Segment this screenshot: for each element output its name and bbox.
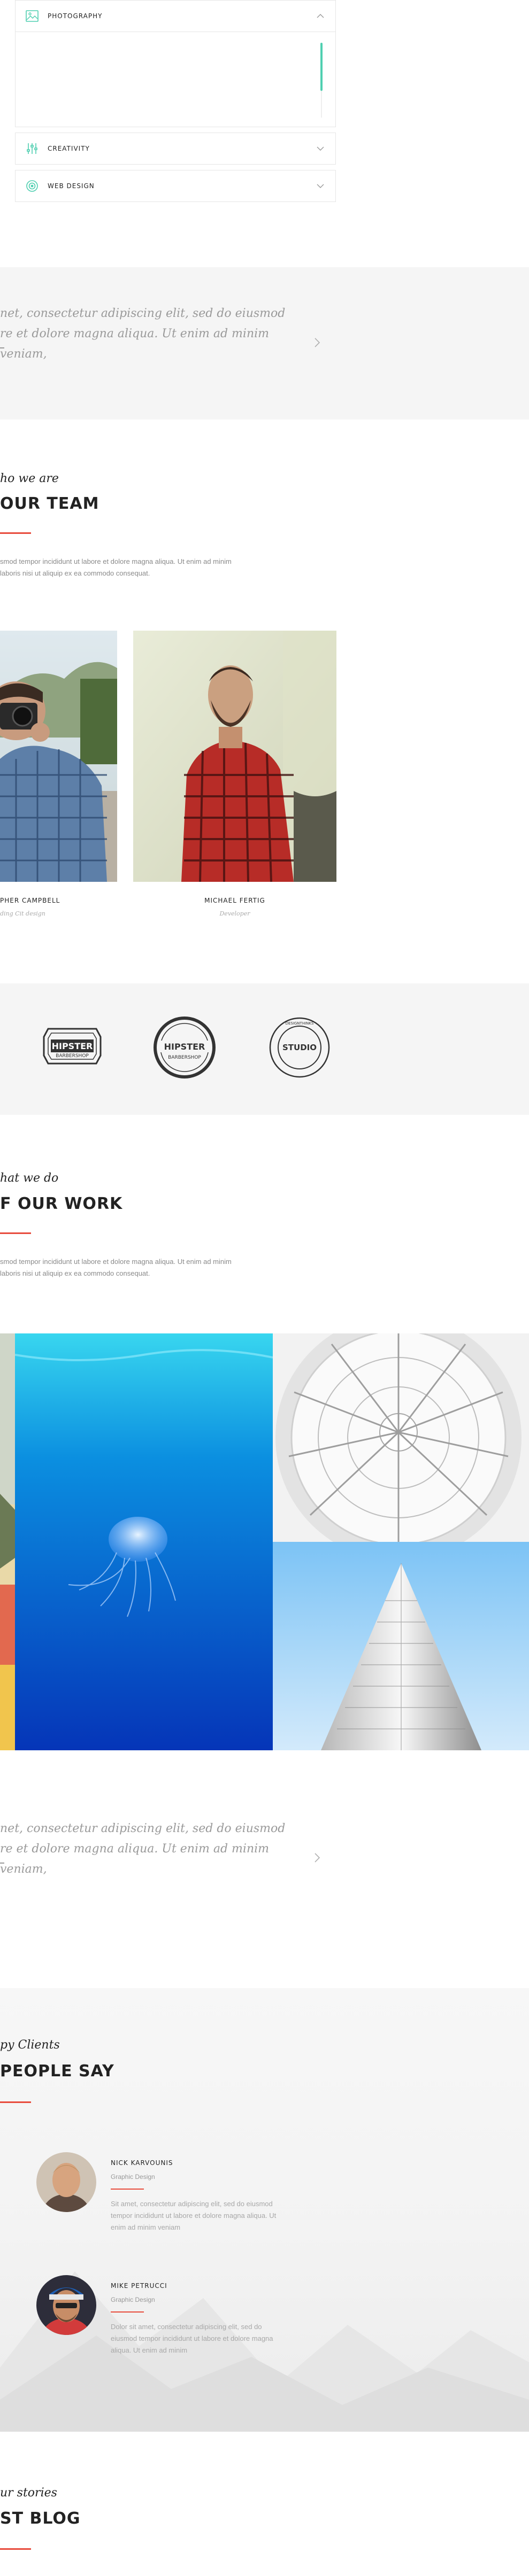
client-avatar <box>36 2152 96 2212</box>
desc-line: smod tempor incididunt ut labore et dolo… <box>0 557 232 565</box>
accordion-header-web-design[interactable]: WEB DESIGN <box>16 170 335 201</box>
happy-clients-section: py Clients PEOPLE SAY NICK KARVOUNIS Gra… <box>0 1988 529 2432</box>
accordion-item-creativity: CREATIVITY <box>15 133 336 165</box>
client-name: MIKE PETRUCCI <box>111 2282 167 2290</box>
team-member-photo[interactable] <box>0 631 117 882</box>
desc-line: laboris nisi ut aliquip ex ea commodo co… <box>0 569 150 577</box>
work-description: smod tempor incididunt ut labore et dolo… <box>0 1256 278 1279</box>
testimonial-line: enim ad minim veniam <box>111 2223 181 2231</box>
logo-text: BARBERSHOP <box>168 1055 201 1060</box>
accordion-panel-photography <box>16 32 335 127</box>
testimonial-quote-band: net, consectetur adipiscing elit, sed do… <box>0 267 529 420</box>
chevron-right-icon[interactable] <box>313 337 321 352</box>
accordion-header-photography[interactable]: PHOTOGRAPHY <box>16 1 335 32</box>
accent-divider <box>111 2311 144 2313</box>
team-description: smod tempor incididunt ut labore et dolo… <box>0 556 278 579</box>
team-subtitle: ho we are <box>0 472 59 485</box>
blog-subtitle: ur stories <box>0 2486 57 2500</box>
image-icon <box>25 9 39 23</box>
accordion-item-photography: PHOTOGRAPHY <box>15 0 336 127</box>
testimonial-line: Sit amet, consectetur adipiscing elit, s… <box>111 2200 273 2208</box>
accordion-item-web-design: WEB DESIGN <box>15 170 336 202</box>
testimonial-quote-band: net, consectetur adipiscing elit, sed do… <box>0 1782 529 1935</box>
logo-text: HIPSTER <box>164 1042 205 1052</box>
accordion-title: WEB DESIGN <box>48 182 95 190</box>
testimonial-line: eiusmod tempor incididunt ut labore et d… <box>111 2334 273 2342</box>
work-title: F OUR WORK <box>0 1194 123 1213</box>
chevron-down-icon <box>316 144 325 153</box>
work-subtitle: hat we do <box>0 1171 59 1185</box>
desc-line: smod tempor incididunt ut labore et dolo… <box>0 1258 232 1266</box>
accordion-header-creativity[interactable]: CREATIVITY <box>16 133 335 164</box>
testimonial-line: aliqua. Ut enim ad minim <box>111 2346 188 2354</box>
client-role: Graphic Design <box>111 2296 155 2303</box>
quote-line: re et dolore magna aliqua. Ut enim ad mi… <box>0 327 270 361</box>
clients-title: PEOPLE SAY <box>0 2062 114 2081</box>
logo-text: BARBERSHOP <box>56 1053 89 1059</box>
hipster-barbershop-round-logo: HIPSTER BARBERSHOP <box>150 1013 219 1085</box>
testimonial-line: tempor incididunt ut labore et dolore ma… <box>111 2212 277 2220</box>
logo-text: HIPSTER <box>52 1041 93 1051</box>
quote-line: re et dolore magna aliqua. Ut enim ad mi… <box>0 1842 270 1876</box>
client-avatar <box>36 2275 96 2335</box>
team-member-photo[interactable] <box>133 631 336 882</box>
testimonial-line: Dolor sit amet, consectetur adipiscing e… <box>111 2323 262 2331</box>
sliders-icon <box>25 142 39 156</box>
accent-divider <box>0 2101 31 2103</box>
team-title: OUR TEAM <box>0 494 99 513</box>
quote-text: net, consectetur adipiscing elit, sed do… <box>0 304 300 364</box>
accordion-title: CREATIVITY <box>48 145 90 152</box>
team-member-name: MICHAEL FERTIG <box>204 897 265 904</box>
accent-divider <box>0 532 31 534</box>
desc-line: laboris nisi ut aliquip ex ea commodo co… <box>0 1269 150 1277</box>
scrollbar-thumb[interactable] <box>320 43 323 91</box>
target-icon <box>25 179 39 193</box>
client-role: Graphic Design <box>111 2173 155 2181</box>
client-testimonial: Dolor sit amet, consectetur adipiscing e… <box>111 2321 309 2356</box>
quote-text: net, consectetur adipiscing elit, sed do… <box>0 1819 300 1880</box>
portfolio-image[interactable] <box>0 1333 15 1750</box>
quote-line: net, consectetur adipiscing elit, sed do… <box>0 1822 286 1835</box>
blog-title: ST BLOG <box>0 2509 81 2528</box>
design-studio-logo: STUDIO DESIGNTHINKS <box>265 1013 334 1085</box>
portfolio-image-skyscraper[interactable] <box>273 1542 529 1750</box>
portfolio-image-jellyfish[interactable] <box>15 1333 273 1750</box>
clients-subtitle: py Clients <box>0 2038 60 2052</box>
logo-text: STUDIO <box>282 1043 317 1052</box>
portfolio-image-dome[interactable] <box>273 1333 529 1542</box>
accent-divider <box>0 1232 31 1234</box>
chevron-right-icon[interactable] <box>313 1852 321 1867</box>
team-member-name: PHER CAMPBELL <box>0 897 60 904</box>
client-name: NICK KARVOUNIS <box>111 2159 173 2167</box>
accent-divider <box>0 2548 31 2550</box>
quote-author-dash <box>0 1863 4 1864</box>
team-member-role: Developer <box>219 910 250 917</box>
services-accordion: PHOTOGRAPHY CREATIVITY WEB DESIGN <box>15 0 336 207</box>
client-logos-band: HIPSTER BARBERSHOP HIPSTER BARBERSHOP ST… <box>0 983 529 1115</box>
quote-author-dash <box>0 347 4 348</box>
accent-divider <box>111 2189 144 2190</box>
team-member-role: ding Cit design <box>0 910 45 917</box>
accordion-title: PHOTOGRAPHY <box>48 12 103 20</box>
logo-text: DESIGNTHINKS <box>286 1021 314 1026</box>
hipster-barbershop-logo: HIPSTER BARBERSHOP <box>37 1013 107 1085</box>
client-testimonial: Sit amet, consectetur adipiscing elit, s… <box>111 2198 309 2233</box>
quote-line: net, consectetur adipiscing elit, sed do… <box>0 307 286 320</box>
chevron-down-icon <box>316 182 325 190</box>
chevron-up-icon <box>316 12 325 20</box>
